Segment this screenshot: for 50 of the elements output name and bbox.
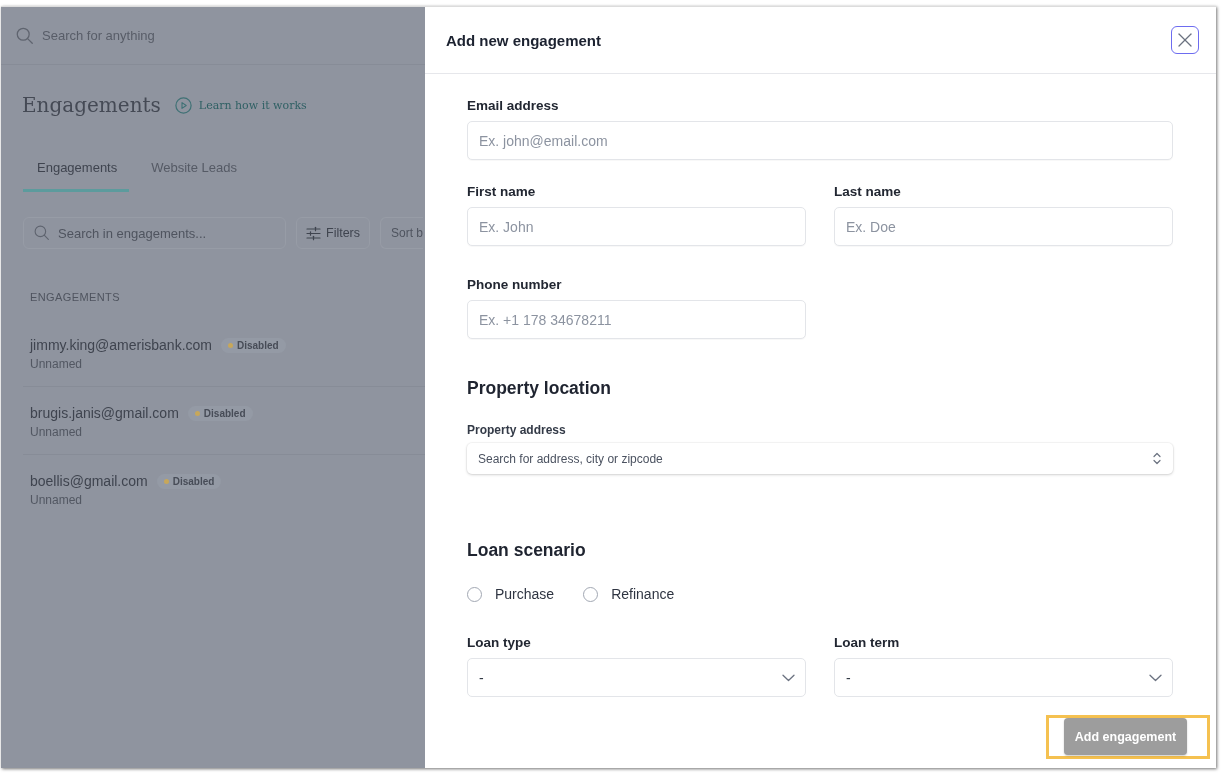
engagement-email[interactable]: jimmy.king@amerisbank.com [30,337,212,353]
chevron-down-icon [782,673,795,682]
up-down-chevron-icon [1153,452,1161,465]
close-icon [1177,32,1193,48]
status-dot-icon [194,410,200,416]
radio-button[interactable] [467,586,482,602]
phone-field[interactable]: Ex. +1 178 34678211 [467,300,806,339]
field-label: Last name [834,184,902,200]
option-label[interactable]: Refinance [611,586,675,602]
sliders-icon [306,225,321,241]
status-dot-icon [163,478,169,484]
engagement-name: Unnamed [30,356,84,372]
field-label: Property address [467,423,567,437]
search-icon [16,27,33,44]
modal-title: Add new engagement [446,31,602,49]
search-field[interactable]: Search in engagements... [23,217,286,249]
status-dot-icon [228,342,233,348]
engagement-email[interactable]: boellis@gmail.com [30,473,148,489]
page-title: Engagements [22,93,161,117]
dropdown[interactable]: - [467,658,806,697]
field-label: First name [467,184,537,200]
help-link[interactable]: Learn how it works [198,98,307,112]
section-heading: Loan scenario [467,539,587,561]
radio-button[interactable] [583,586,599,602]
name-field[interactable]: Ex. John [467,207,806,246]
sort-button[interactable]: Sort b [380,217,424,249]
name-field[interactable]: Ex. Doe [834,207,1173,246]
email-field[interactable]: Ex. john@email.com [467,121,1173,160]
status-text: Disabled [203,407,246,419]
address-combobox[interactable]: Search for address, city or zipcode [467,443,1173,474]
engagement-email[interactable]: brugis.janis@gmail.com [30,405,179,421]
section-heading: Property location [467,377,612,399]
play-circle-icon [174,96,192,114]
search-icon [34,225,49,240]
close-button[interactable] [1171,26,1199,54]
status-text: Disabled [172,475,215,487]
tab[interactable]: Engagements [23,160,130,192]
status-text: Disabled [237,339,279,351]
field-label: Phone number [467,277,563,293]
filters-button[interactable]: Filters [296,217,371,249]
engagement-name: Unnamed [30,492,84,508]
tab[interactable]: Website Leads [137,160,249,192]
engagement-name: Unnamed [30,424,84,440]
field-label: Email address [467,98,560,114]
field-label: Loan term [834,635,901,651]
field-label: Loan type [467,635,532,651]
option-label[interactable]: Purchase [495,586,555,602]
chevron-down-icon [1149,673,1162,682]
section-label: ENGAGEMENTS [29,290,121,304]
dropdown[interactable]: - [834,658,1173,697]
